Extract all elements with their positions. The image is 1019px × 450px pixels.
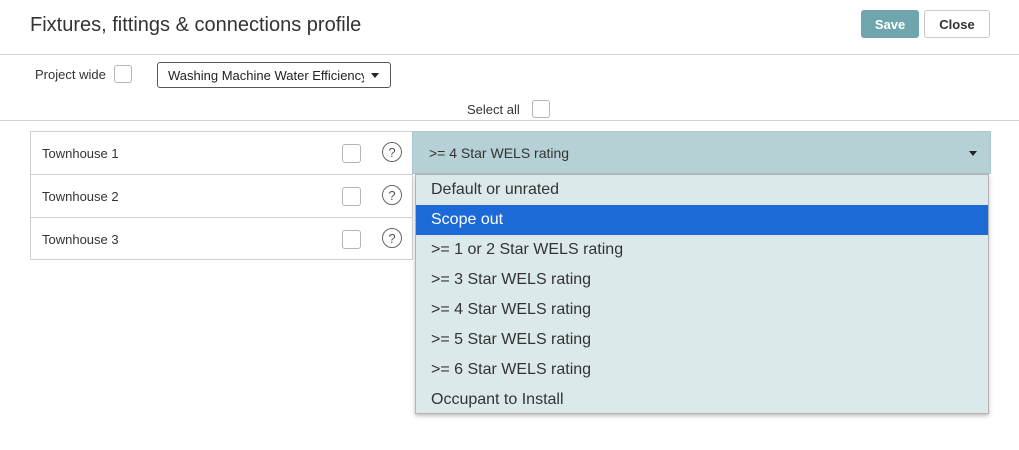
divider	[0, 120, 1019, 121]
table-row: Townhouse 2 ?	[31, 175, 412, 218]
wels-rating-dropdown-menu: Default or unrated Scope out >= 1 or 2 S…	[415, 174, 989, 414]
dropdown-option-scope-out[interactable]: Scope out	[416, 205, 988, 235]
row-checkbox[interactable]	[342, 230, 361, 249]
fixture-type-select-value: Washing Machine Water Efficiency	[168, 68, 364, 83]
table-row: Townhouse 1 ?	[31, 132, 412, 175]
help-icon[interactable]: ?	[382, 228, 402, 248]
dropdown-option-4-star[interactable]: >= 4 Star WELS rating	[416, 295, 988, 325]
fixture-type-select[interactable]: Washing Machine Water Efficiency	[157, 62, 391, 88]
save-button[interactable]: Save	[861, 10, 919, 38]
dropdown-option-5-star[interactable]: >= 5 Star WELS rating	[416, 325, 988, 355]
dropdown-option-1-2-star[interactable]: >= 1 or 2 Star WELS rating	[416, 235, 988, 265]
close-button[interactable]: Close	[924, 10, 990, 38]
row-label: Townhouse 3	[42, 232, 119, 247]
help-icon[interactable]: ?	[382, 142, 402, 162]
project-wide-checkbox[interactable]	[114, 65, 132, 83]
dropdown-option-3-star[interactable]: >= 3 Star WELS rating	[416, 265, 988, 295]
dropdown-option-occupant-install[interactable]: Occupant to Install	[416, 385, 988, 415]
townhouse-table: Townhouse 1 ? Townhouse 2 ? Townhouse 3 …	[30, 131, 413, 260]
chevron-down-icon	[969, 151, 977, 156]
dropdown-option-default[interactable]: Default or unrated	[416, 175, 988, 205]
row-checkbox[interactable]	[342, 187, 361, 206]
wels-rating-select[interactable]: >= 4 Star WELS rating	[412, 131, 991, 174]
select-all-label: Select all	[467, 102, 520, 117]
dropdown-option-6-star[interactable]: >= 6 Star WELS rating	[416, 355, 988, 385]
row-label: Townhouse 1	[42, 146, 119, 161]
table-row: Townhouse 3 ?	[31, 218, 412, 261]
dialog-header: Fixtures, fittings & connections profile…	[0, 0, 1019, 55]
row-checkbox[interactable]	[342, 144, 361, 163]
row-label: Townhouse 2	[42, 189, 119, 204]
project-wide-label: Project wide	[35, 67, 106, 82]
select-all-checkbox[interactable]	[532, 100, 550, 118]
wels-rating-select-value: >= 4 Star WELS rating	[429, 145, 570, 161]
page-title: Fixtures, fittings & connections profile	[30, 14, 362, 36]
help-icon[interactable]: ?	[382, 185, 402, 205]
chevron-down-icon	[371, 73, 379, 78]
